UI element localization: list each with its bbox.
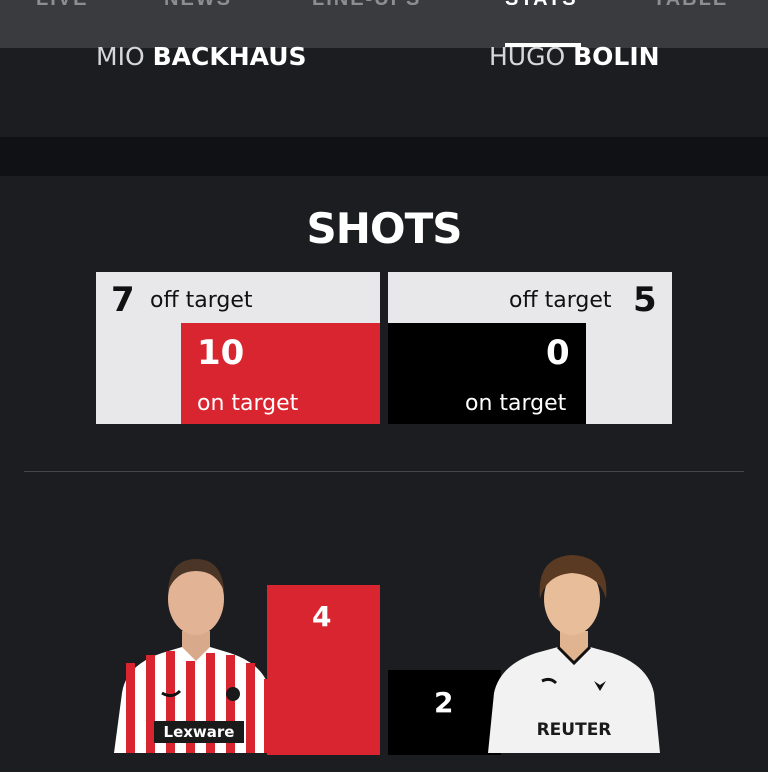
divider	[24, 471, 744, 472]
home-player-value: 4	[312, 600, 332, 633]
tab-line-ups[interactable]: LINE-UPS	[312, 0, 421, 11]
player-first-name: MIO	[96, 42, 145, 71]
away-player-value: 2	[434, 686, 454, 719]
away-player-photo: REUTER	[488, 553, 664, 768]
section-separator-band	[0, 137, 768, 176]
away-off-target-label: off target	[509, 288, 612, 313]
home-player-photo: Lexware	[112, 553, 280, 768]
player-last-name: BACKHAUS	[152, 42, 307, 71]
home-on-target-label: on target	[197, 391, 299, 416]
away-on-target-label: on target	[465, 391, 567, 416]
tab-table[interactable]: TABLE	[653, 0, 728, 11]
home-off-target-value: 7	[111, 280, 135, 320]
home-off-target-label: off target	[150, 288, 253, 313]
home-on-target-value: 10	[197, 333, 245, 373]
section-title: SHOTS	[306, 204, 462, 253]
tab-news[interactable]: NEWS	[164, 0, 232, 11]
away-sponsor-text: REUTER	[537, 720, 612, 740]
tab-bar: LIVE NEWS LINE-UPS STATS TABLE	[0, 0, 768, 48]
player-last-name: BOLIN	[573, 42, 660, 71]
tab-stats[interactable]: STATS	[505, 0, 578, 11]
player-name-right: HUGO BOLIN	[489, 42, 660, 71]
away-off-target-value: 5	[633, 280, 657, 320]
player-first-name: HUGO	[489, 42, 566, 71]
tab-live[interactable]: LIVE	[36, 0, 88, 11]
player-name-left: MIO BACKHAUS	[96, 42, 307, 71]
home-sponsor-text: Lexware	[164, 723, 235, 741]
away-on-target-value: 0	[546, 333, 570, 373]
